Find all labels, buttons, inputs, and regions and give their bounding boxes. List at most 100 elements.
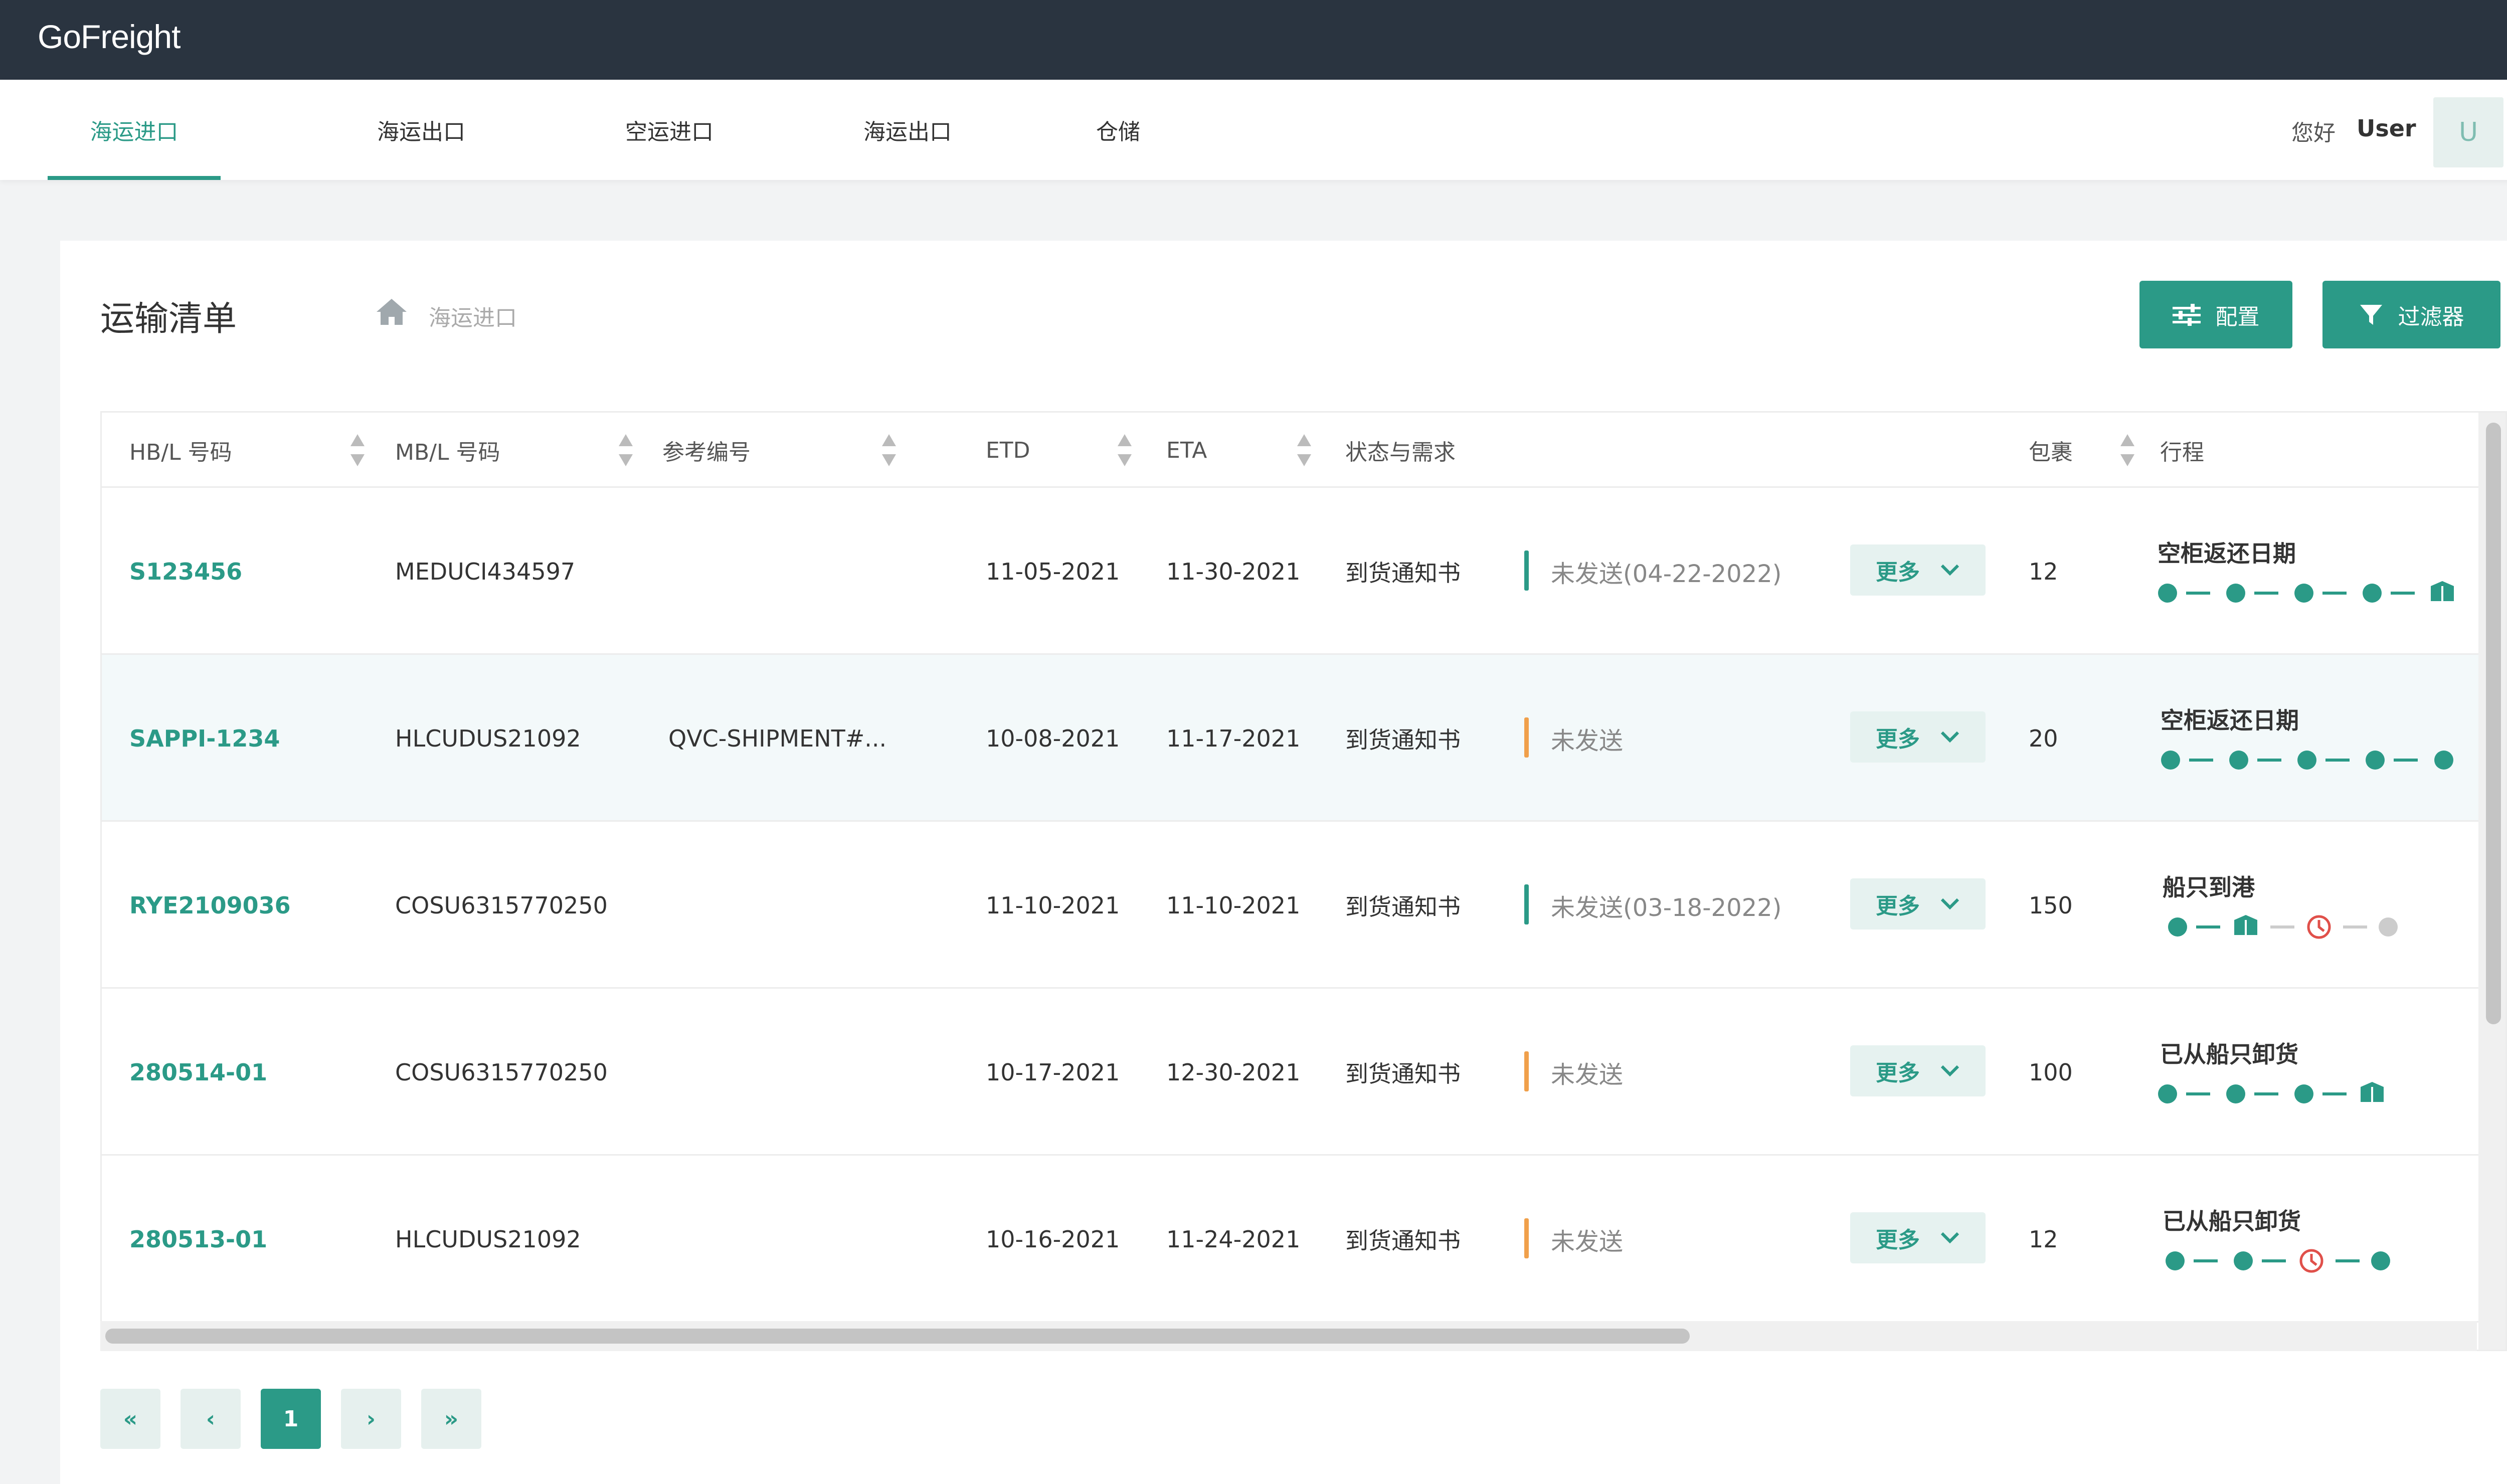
more-button[interactable]: 更多 [1850,878,1986,930]
tab-sea-import[interactable]: 海运进口 [48,80,221,180]
route-label: 空柜返还日期 [2158,540,2296,567]
horizontal-scrollbar[interactable] [100,1321,2477,1351]
header-eta[interactable]: ETA [1166,413,1207,488]
hbl-link[interactable]: RYE2109036 [129,822,291,989]
tab-sea-export-2[interactable]: 海运出口 [837,80,978,180]
etd-cell: 11-10-2021 [986,891,1120,919]
package-icon [2234,915,2257,935]
filter-icon [2360,304,2382,325]
last-page-button[interactable]: » [421,1389,481,1449]
status-text: 未发送(03-18-2022) [1551,893,1782,922]
header-packages[interactable]: 包裹 [2029,413,2073,488]
status-indicator [1524,550,1529,591]
clock-icon [2307,915,2331,939]
prev-page-button[interactable]: ‹ [181,1389,241,1449]
shipment-table: HB/L 号码 MB/L 号码 参考编号 ETD ETA 状态与需求 包裹 行程… [100,411,2507,1351]
route-progress [2158,581,2454,603]
doc-cell: 到货通知书 [1345,1060,1461,1087]
app-logo[interactable]: GoFreight [38,18,181,56]
tab-warehouse[interactable]: 仓储 [1073,80,1163,180]
mbl-cell: COSU6315770250 [395,1058,608,1086]
route-progress [2168,915,2398,939]
packages-cell: 12 [2029,558,2058,585]
username[interactable]: User [2357,115,2416,142]
config-button[interactable]: 配置 [2139,281,2292,348]
filter-label: 过滤器 [2398,304,2464,330]
page-1-button[interactable]: 1 [261,1389,321,1449]
hbl-link[interactable]: 280513-01 [129,1156,267,1323]
header-ref[interactable]: 参考编号 [662,413,751,488]
route-progress [2166,1249,2390,1273]
horizontal-scroll-thumb[interactable] [105,1329,1690,1344]
status-text: 未发送 [1551,726,1624,755]
more-button[interactable]: 更多 [1850,1045,1986,1096]
more-label: 更多 [1876,1060,1920,1086]
status-text: 未发送(04-22-2022) [1551,560,1782,588]
sort-icon[interactable] [1294,430,1314,470]
eta-cell: 11-30-2021 [1166,558,1301,585]
mbl-cell: HLCUDUS21092 [395,724,581,752]
table-row[interactable]: 280513-01 HLCUDUS21092 10-16-2021 11-24-… [102,1156,2478,1323]
table-row[interactable]: 280514-01 COSU6315770250 10-17-2021 12-3… [102,989,2478,1156]
sort-icon[interactable] [347,430,368,470]
mbl-cell: COSU6315770250 [395,891,608,919]
route-progress [2158,1082,2384,1103]
packages-cell: 20 [2029,724,2058,752]
status-indicator [1524,1218,1529,1258]
shipment-card: 运输清单 海运进口 配置 过滤器 HB/L 号码 MB/L 号码 参考编号 ET [60,241,2507,1484]
tab-sea-export[interactable]: 海运出口 [351,80,491,180]
eta-cell: 11-10-2021 [1166,891,1301,919]
breadcrumb[interactable]: 海运进口 [429,300,517,332]
status-text: 未发送 [1551,1060,1624,1089]
hbl-link[interactable]: SAPPI-1234 [129,655,280,822]
table-row[interactable]: RYE2109036 COSU6315770250 11-10-2021 11-… [102,822,2478,989]
sort-icon[interactable] [1115,430,1135,470]
tab-air-import[interactable]: 空运进口 [599,80,740,180]
more-button[interactable]: 更多 [1850,711,1986,763]
package-icon [2431,581,2454,601]
table-row[interactable]: SAPPI-1234 HLCUDUS21092 QVC-SHIPMENT#...… [102,655,2478,822]
vertical-scroll-thumb[interactable] [2486,423,2501,1024]
packages-cell: 150 [2029,891,2073,919]
route-label: 船只到港 [2163,874,2255,901]
more-label: 更多 [1876,893,1920,919]
sliders-icon [2172,303,2201,326]
route-label: 已从船只卸货 [2163,1208,2301,1235]
sort-icon[interactable] [879,430,899,470]
clock-icon [2299,1249,2323,1273]
mbl-cell: HLCUDUS21092 [395,1225,581,1253]
header-status: 状态与需求 [1345,440,1456,465]
sort-icon[interactable] [616,430,636,470]
home-icon[interactable] [375,297,408,327]
status-indicator [1524,1051,1529,1091]
status-indicator [1524,717,1529,758]
doc-cell: 到货通知书 [1345,726,1461,754]
vertical-scrollbar[interactable] [2478,413,2505,1350]
table-header: HB/L 号码 MB/L 号码 参考编号 ETD ETA 状态与需求 包裹 行程 [102,413,2478,488]
next-page-button[interactable]: › [341,1389,401,1449]
sort-icon[interactable] [2117,430,2137,470]
more-button[interactable]: 更多 [1850,544,1986,596]
more-label: 更多 [1876,726,1920,752]
avatar[interactable]: U [2433,97,2503,167]
eta-cell: 11-24-2021 [1166,1225,1301,1253]
eta-cell: 12-30-2021 [1166,1058,1301,1086]
hbl-link[interactable]: 280514-01 [129,989,267,1156]
header-etd[interactable]: ETD [986,413,1030,488]
header-mbl[interactable]: MB/L 号码 [395,413,500,488]
first-page-button[interactable]: « [100,1389,160,1449]
hbl-link[interactable]: S123456 [129,488,242,655]
route-label: 空柜返还日期 [2161,707,2299,734]
packages-cell: 100 [2029,1058,2073,1086]
chevron-down-icon [1940,731,1959,743]
more-label: 更多 [1876,1227,1920,1253]
config-label: 配置 [2215,304,2260,330]
mbl-cell: MEDUCI434597 [395,558,576,585]
header-hbl[interactable]: HB/L 号码 [129,413,232,488]
eta-cell: 11-17-2021 [1166,724,1301,752]
more-button[interactable]: 更多 [1850,1212,1986,1263]
doc-cell: 到货通知书 [1345,1227,1461,1254]
etd-cell: 11-05-2021 [986,558,1120,585]
table-row[interactable]: S123456 MEDUCI434597 11-05-2021 11-30-20… [102,488,2478,655]
filter-button[interactable]: 过滤器 [2322,281,2500,348]
